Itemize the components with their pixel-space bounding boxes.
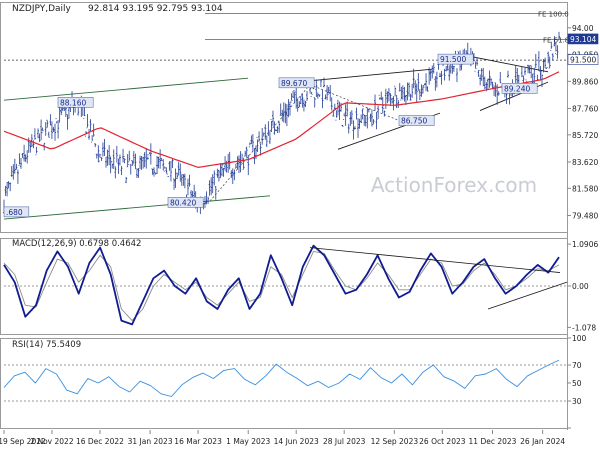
x-tick-label: 26 Jan 2024 bbox=[520, 437, 565, 446]
channel-upper-line bbox=[3, 77, 249, 101]
x-tick-label: 28 Jul 2023 bbox=[323, 437, 366, 446]
symbol-label: NZDJPY,Daily bbox=[12, 4, 72, 14]
rsi-y-tick-label: 50 bbox=[572, 379, 582, 388]
x-tick-label: 1 May 2023 bbox=[226, 437, 270, 446]
label-86750: 86.750 bbox=[401, 117, 427, 126]
label-80420: 80.420 bbox=[170, 198, 196, 207]
price-y-tick-label: 87.760 bbox=[572, 104, 598, 113]
right-tag-label: 93.104 bbox=[570, 35, 596, 44]
label-91500: 91.500 bbox=[440, 55, 466, 64]
channel-lower-line bbox=[3, 195, 271, 220]
x-tick-label: 12 Sep 2023 bbox=[371, 437, 419, 446]
x-tick-label: 26 Oct 2023 bbox=[419, 437, 466, 446]
x-tick-label: 16 Mar 2023 bbox=[174, 437, 222, 446]
price-y-tick-label: 79.480 bbox=[572, 211, 598, 220]
price-y-tick-label: 81.580 bbox=[572, 184, 598, 193]
label-low-680: .680 bbox=[6, 208, 23, 217]
fe100-label: FE 100.0 bbox=[538, 11, 569, 19]
price-y-tick-label: 89.860 bbox=[572, 77, 598, 86]
x-tick-label: 11 Dec 2023 bbox=[469, 437, 517, 446]
macd-line bbox=[3, 244, 560, 326]
x-tick-label: 2 Nov 2022 bbox=[30, 437, 73, 446]
price-y-tick-label: 83.620 bbox=[572, 158, 598, 167]
macd-y-tick-label: 0.00 bbox=[572, 282, 589, 291]
x-tick-label: 31 Jan 2023 bbox=[128, 437, 173, 446]
right-tag-label: 91.500 bbox=[570, 56, 596, 65]
price-y-tick-label: 94.00 bbox=[572, 24, 594, 33]
macd-y-tick-label: 1.0906 bbox=[572, 240, 598, 249]
rsi-y-tick-label: 100 bbox=[572, 334, 587, 343]
label-89670: 89.670 bbox=[281, 79, 307, 88]
ohlc-values: 92.814 93.195 92.795 93.104 bbox=[88, 4, 223, 14]
x-tick-label: 14 Jun 2023 bbox=[274, 437, 319, 446]
watermark: ActionForex.com bbox=[371, 173, 537, 197]
label-89240: 89.240 bbox=[504, 84, 530, 93]
rsi-line bbox=[3, 359, 560, 397]
macd-trendline-upper bbox=[309, 247, 561, 273]
rsi-panel-frame bbox=[0, 338, 568, 429]
rsi-y-tick-label: 30 bbox=[572, 397, 582, 406]
fe618-label: FE 61.8 bbox=[543, 36, 569, 44]
macd-y-tick-label: -1.078 bbox=[572, 323, 596, 332]
price-y-tick-label: 85.720 bbox=[572, 131, 598, 140]
rsi-y-tick-label: 70 bbox=[572, 361, 582, 370]
chart-svg: NZDJPY,Daily 92.814 93.195 92.795 93.104… bbox=[0, 2, 598, 446]
label-88160: 88.160 bbox=[60, 98, 86, 107]
rsi-title: RSI(14) 75.5409 bbox=[12, 340, 81, 350]
macd-title: MACD(12,26,9) 0.6798 0.4642 bbox=[12, 239, 141, 249]
chart-root: NZDJPY,Daily 92.814 93.195 92.795 93.104… bbox=[0, 0, 600, 450]
x-tick-label: 16 Dec 2022 bbox=[76, 437, 124, 446]
